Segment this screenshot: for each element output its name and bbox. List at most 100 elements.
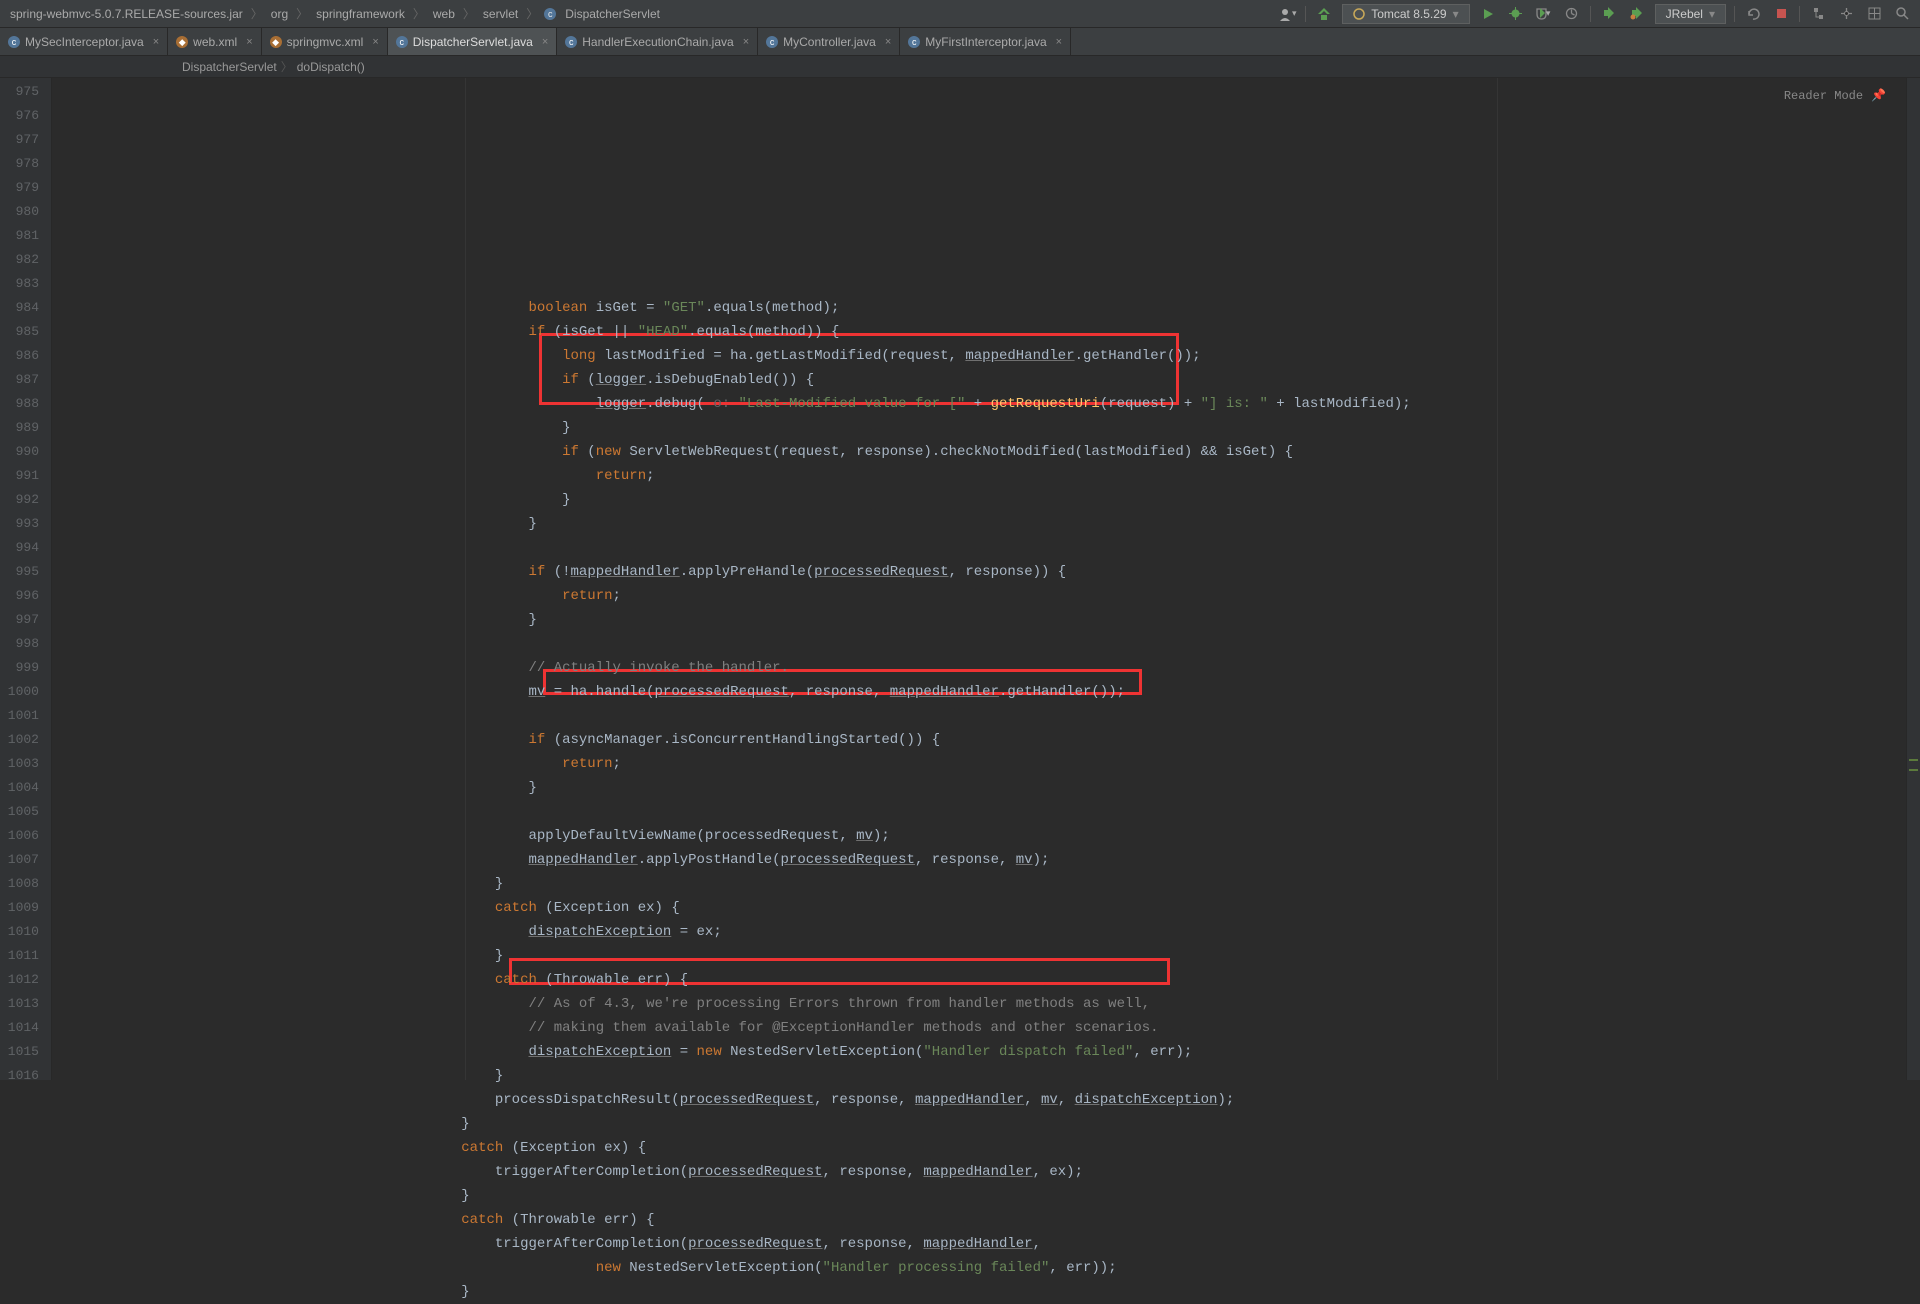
tab-handler-execution-chain[interactable]: c HandlerExecutionChain.java × bbox=[557, 28, 758, 55]
navpath-item[interactable]: doDispatch() bbox=[297, 60, 365, 74]
code-line[interactable]: return; bbox=[58, 584, 1920, 608]
close-icon[interactable]: × bbox=[538, 36, 548, 48]
close-icon[interactable]: × bbox=[881, 36, 891, 48]
tab-my-first-interceptor[interactable]: c MyFirstInterceptor.java × bbox=[900, 28, 1071, 55]
jrebel-dropdown[interactable]: JRebel ▾ bbox=[1655, 4, 1726, 24]
code-line[interactable]: new NestedServletException("Handler proc… bbox=[58, 1256, 1920, 1280]
stop-icon[interactable] bbox=[1771, 4, 1791, 24]
breadcrumb-item[interactable]: servlet bbox=[481, 7, 520, 21]
debug-icon[interactable] bbox=[1506, 4, 1526, 24]
code-line[interactable]: if (asyncManager.isConcurrentHandlingSta… bbox=[58, 728, 1920, 752]
close-icon[interactable]: × bbox=[1052, 36, 1062, 48]
breadcrumb-item[interactable]: DispatcherServlet bbox=[563, 7, 662, 21]
code-line[interactable]: catch (Exception ex) { bbox=[58, 1136, 1920, 1160]
code-line[interactable]: if (!mappedHandler.applyPreHandle(proces… bbox=[58, 560, 1920, 584]
code-line[interactable]: triggerAfterCompletion(processedRequest,… bbox=[58, 1232, 1920, 1256]
code-line[interactable]: if (new ServletWebRequest(request, respo… bbox=[58, 440, 1920, 464]
close-icon[interactable]: × bbox=[739, 36, 749, 48]
breadcrumb-item[interactable]: springframework bbox=[314, 7, 407, 21]
code-line[interactable]: } bbox=[58, 512, 1920, 536]
run-icon[interactable] bbox=[1478, 4, 1498, 24]
topbar: spring-webmvc-5.0.7.RELEASE-sources.jar〉… bbox=[0, 0, 1920, 28]
code-line[interactable]: catch (Throwable err) { bbox=[58, 968, 1920, 992]
pin-icon[interactable]: 📌 bbox=[1871, 84, 1886, 108]
code-line[interactable]: mv = ha.handle(processedRequest, respons… bbox=[58, 680, 1920, 704]
code-line[interactable]: boolean isGet = "GET".equals(method); bbox=[58, 296, 1920, 320]
code-line[interactable]: } bbox=[58, 944, 1920, 968]
code-line[interactable]: } bbox=[58, 1112, 1920, 1136]
close-icon[interactable]: × bbox=[149, 36, 159, 48]
code-line[interactable]: catch (Exception ex) { bbox=[58, 896, 1920, 920]
gutter: 9759769779789799809819829839849859869879… bbox=[0, 78, 52, 1080]
code-line[interactable]: } bbox=[58, 1064, 1920, 1088]
line-number: 1009 bbox=[0, 896, 51, 920]
code-line[interactable]: dispatchException = new NestedServletExc… bbox=[58, 1040, 1920, 1064]
tab-mysec-interceptor[interactable]: c MySecInterceptor.java × bbox=[0, 28, 168, 55]
code-line[interactable]: triggerAfterCompletion(processedRequest,… bbox=[58, 1160, 1920, 1184]
git-icon[interactable] bbox=[1808, 4, 1828, 24]
code-line[interactable]: } bbox=[58, 488, 1920, 512]
code-line[interactable]: dispatchException = ex; bbox=[58, 920, 1920, 944]
code-line[interactable]: } bbox=[58, 416, 1920, 440]
line-number: 1014 bbox=[0, 1016, 51, 1040]
code-line[interactable]: long lastModified = ha.getLastModified(r… bbox=[58, 344, 1920, 368]
line-number: 1016 bbox=[0, 1064, 51, 1088]
jrebel-debug-icon[interactable] bbox=[1627, 4, 1647, 24]
code-line[interactable] bbox=[58, 632, 1920, 656]
line-number: 1000 bbox=[0, 680, 51, 704]
close-icon[interactable]: × bbox=[368, 36, 378, 48]
close-icon[interactable]: × bbox=[242, 36, 252, 48]
code-line[interactable]: // making them available for @ExceptionH… bbox=[58, 1016, 1920, 1040]
tab-my-controller[interactable]: c MyController.java × bbox=[758, 28, 900, 55]
tab-label: MySecInterceptor.java bbox=[25, 35, 144, 49]
line-number: 1005 bbox=[0, 800, 51, 824]
navpath[interactable]: DispatcherServlet 〉 doDispatch() bbox=[0, 56, 1920, 78]
breadcrumb-item[interactable]: spring-webmvc-5.0.7.RELEASE-sources.jar bbox=[8, 7, 245, 21]
line-number: 992 bbox=[0, 488, 51, 512]
code-line[interactable]: } bbox=[58, 776, 1920, 800]
code-line[interactable] bbox=[58, 536, 1920, 560]
editor-scrollbar[interactable] bbox=[1906, 78, 1920, 1080]
code-line[interactable]: applyDefaultViewName(processedRequest, m… bbox=[58, 824, 1920, 848]
code-line[interactable] bbox=[58, 704, 1920, 728]
run-config-dropdown[interactable]: Tomcat 8.5.29 ▾ bbox=[1342, 4, 1469, 24]
code-line[interactable]: } bbox=[58, 872, 1920, 896]
line-number: 983 bbox=[0, 272, 51, 296]
code-line[interactable]: } bbox=[58, 1184, 1920, 1208]
code-line[interactable]: return; bbox=[58, 464, 1920, 488]
breadcrumb-item[interactable]: web bbox=[431, 7, 457, 21]
code-area[interactable]: Reader Mode 📌 boolean isGet = "GET".equa… bbox=[52, 78, 1920, 1080]
chevron-down-icon: ▾ bbox=[1709, 7, 1715, 21]
tab-web-xml[interactable]: ◆ web.xml × bbox=[168, 28, 261, 55]
code-line[interactable]: processDispatchResult(processedRequest, … bbox=[58, 1088, 1920, 1112]
breadcrumb-item[interactable]: org bbox=[269, 7, 290, 21]
commit-icon[interactable] bbox=[1836, 4, 1856, 24]
coverage-icon[interactable]: ▾ bbox=[1534, 4, 1554, 24]
search-icon[interactable] bbox=[1892, 4, 1912, 24]
code-line[interactable]: } bbox=[58, 608, 1920, 632]
code-line[interactable]: logger.debug( o: "Last-Modified value fo… bbox=[58, 392, 1920, 416]
code-line[interactable]: if (logger.isDebugEnabled()) { bbox=[58, 368, 1920, 392]
tab-label: HandlerExecutionChain.java bbox=[582, 35, 733, 49]
reader-mode-toggle[interactable]: Reader Mode 📌 bbox=[1784, 84, 1886, 108]
jrebel-run-icon[interactable] bbox=[1599, 4, 1619, 24]
line-number: 1011 bbox=[0, 944, 51, 968]
update-icon[interactable] bbox=[1743, 4, 1763, 24]
structure-icon[interactable] bbox=[1864, 4, 1884, 24]
code-line[interactable]: } bbox=[58, 1280, 1920, 1304]
code-line[interactable]: mappedHandler.applyPostHandle(processedR… bbox=[58, 848, 1920, 872]
user-icon[interactable]: ▾ bbox=[1277, 4, 1297, 24]
code-line[interactable]: // As of 4.3, we're processing Errors th… bbox=[58, 992, 1920, 1016]
navpath-item[interactable]: DispatcherServlet bbox=[182, 60, 277, 74]
code-line[interactable]: // Actually invoke the handler. bbox=[58, 656, 1920, 680]
code-line[interactable] bbox=[58, 800, 1920, 824]
tab-springmvc-xml[interactable]: ◆ springmvc.xml × bbox=[262, 28, 388, 55]
code-line[interactable]: return; bbox=[58, 752, 1920, 776]
code-line[interactable]: catch (Throwable err) { bbox=[58, 1208, 1920, 1232]
breadcrumb[interactable]: spring-webmvc-5.0.7.RELEASE-sources.jar〉… bbox=[8, 5, 662, 22]
profile-icon[interactable] bbox=[1562, 4, 1582, 24]
build-icon[interactable] bbox=[1314, 4, 1334, 24]
line-number: 997 bbox=[0, 608, 51, 632]
tab-dispatcher-servlet[interactable]: c DispatcherServlet.java × bbox=[388, 28, 558, 55]
code-line[interactable]: if (isGet || "HEAD".equals(method)) { bbox=[58, 320, 1920, 344]
